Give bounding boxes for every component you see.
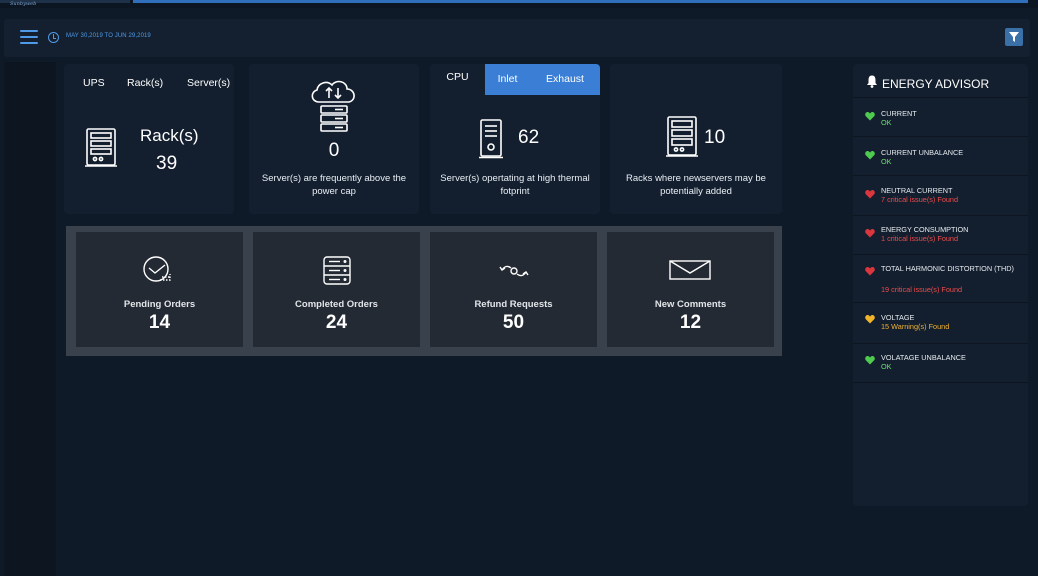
cloud-server-icon [311,80,355,132]
thermal-tabs: CPU Inlet Exhaust [430,64,600,95]
power-cap-count: 0 [328,140,340,161]
heart-icon [865,190,875,199]
new-servers-card: 10 Racks where newservers may be potenti… [610,64,782,214]
energy-advisor-title: ENERGY ADVISOR [882,77,990,91]
advisor-item-status: OK [881,157,892,166]
advisor-item-name: CURRENT UNBALANCE [881,148,964,157]
advisor-item-voltage-unbalance[interactable]: VOLATAGE UNBALANCE OK [853,345,1028,383]
heart-icon [865,267,875,276]
filter-button[interactable] [1005,28,1023,46]
order-label: New Comments [654,299,727,310]
brand-bar [133,0,1028,3]
energy-advisor-header: ENERGY ADVISOR [853,64,1028,98]
tab-inlet[interactable]: Inlet [485,64,530,95]
top-strip: Sunbyweb [0,0,1038,8]
heart-icon [865,151,875,160]
advisor-item-name: NEUTRAL CURRENT [881,186,953,195]
tab-exhaust[interactable]: Exhaust [530,64,600,95]
rack-icon [666,116,698,157]
rack-label: Rack(s) [140,126,199,145]
order-label: Refund Requests [474,299,553,310]
advisor-item-energy-consumption[interactable]: ENERGY CONSUMPTION 1 critical issue(s) F… [853,217,1028,255]
order-value: 24 [325,312,348,333]
advisor-item-current-unbalance[interactable]: CURRENT UNBALANCE OK [853,138,1028,176]
bell-icon [867,75,877,88]
advisor-item-status: OK [881,362,892,371]
tab-servers[interactable]: Server(s) [187,77,230,89]
new-comments-card[interactable]: New Comments 12 [607,232,774,347]
ups-rack-server-card: UPS Rack(s) Server(s) Rack(s) 39 [64,64,234,214]
thermal-description: Server(s) opertating at high thermal fot… [440,173,590,197]
header-bar: MAY 30,2019 TO JUN 29,2019 [4,19,1030,57]
refund-requests-card[interactable]: Refund Requests 50 [430,232,597,347]
completed-orders-card[interactable]: Completed Orders 24 [253,232,420,347]
power-cap-description: Server(s) are frequently above the power… [261,173,407,197]
advisor-item-current[interactable]: CURRENT OK [853,99,1028,137]
power-cap-card: 0 Server(s) are frequently above the pow… [249,64,419,214]
side-rail [4,62,56,576]
advisor-item-status: 7 critical issue(s) Found [881,195,959,204]
order-value: 50 [502,312,525,333]
heart-icon [865,112,875,121]
advisor-item-name: TOTAL HARMONIC DISTORTION (THD) [881,264,1014,273]
advisor-item-name: VOLATAGE UNBALANCE [881,353,966,362]
tab-racks[interactable]: Rack(s) [127,77,163,89]
clock-chart-icon [143,256,171,282]
rack-count: 39 [156,153,178,174]
advisor-item-name: ENERGY CONSUMPTION [881,225,969,234]
rack-icon [85,128,117,167]
order-value: 14 [148,312,171,333]
heart-icon [865,315,875,324]
hamburger-icon[interactable] [20,30,38,44]
orders-panel: Pending Orders 14 Completed Orders 24 Re… [66,226,782,356]
refresh-arrows-icon [499,265,529,277]
new-servers-description: Racks where newservers may be potentiall… [626,173,766,197]
order-label: Pending Orders [123,299,196,310]
heart-icon [865,229,875,238]
order-value: 12 [679,312,702,333]
advisor-item-name: CURRENT [881,109,917,118]
advisor-item-name: VOLTAGE [881,313,915,322]
advisor-item-status: 1 critical issue(s) Found [881,234,959,243]
heart-icon [865,356,875,365]
date-range[interactable]: MAY 30,2019 TO JUN 29,2019 [66,33,151,39]
tab-cpu[interactable]: CPU [430,64,485,95]
new-servers-count: 10 [704,127,726,148]
advisor-item-thd[interactable]: TOTAL HARMONIC DISTORTION (THD) 19 criti… [853,256,1028,303]
brand-logo-text: Sunbyweb [10,1,37,7]
thermal-card: CPU Inlet Exhaust 62 Server(s) opertatin… [430,64,600,214]
server-tower-icon [479,119,503,159]
advisor-item-status: 19 critical issue(s) Found [881,285,963,294]
filter-icon [1009,32,1019,42]
tab-ups[interactable]: UPS [83,77,105,89]
advisor-item-status: OK [881,118,892,127]
clock-icon [48,32,59,43]
advisor-item-neutral-current[interactable]: NEUTRAL CURRENT 7 critical issue(s) Foun… [853,177,1028,216]
pending-orders-card[interactable]: Pending Orders 14 [76,232,243,347]
energy-advisor-panel: ENERGY ADVISOR CURRENT OK CURRENT UNBALA… [853,64,1028,506]
thermal-count: 62 [518,127,540,148]
advisor-item-status: 15 Warning(s) Found [881,322,950,331]
server-stack-icon [323,256,351,285]
order-label: Completed Orders [295,299,378,310]
envelope-icon [669,260,711,280]
advisor-item-voltage[interactable]: VOLTAGE 15 Warning(s) Found [853,304,1028,344]
